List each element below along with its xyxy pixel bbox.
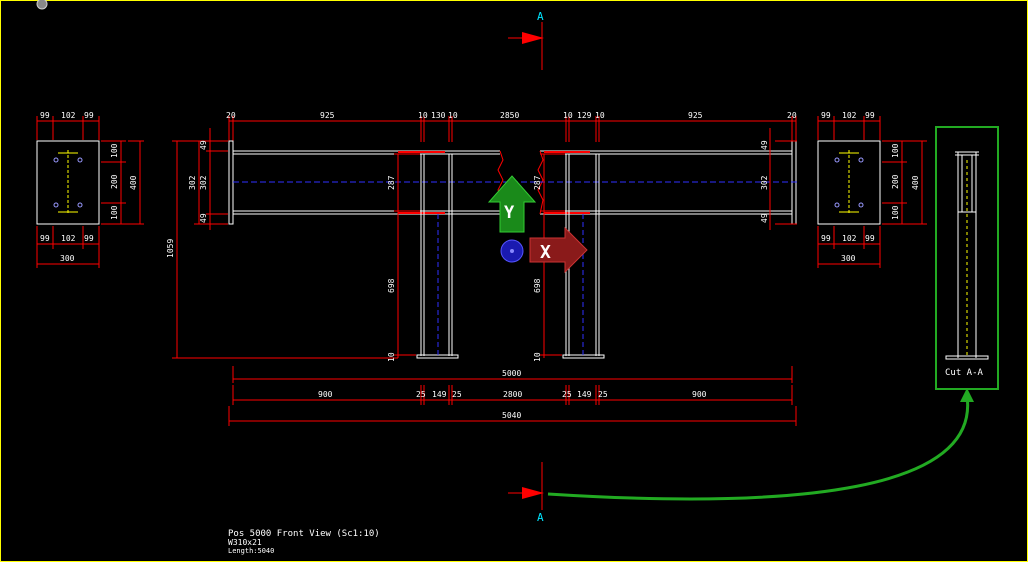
end-plate-left[interactable]	[228, 140, 234, 225]
dim-beam-right-1: 49	[760, 140, 769, 150]
dim-overall-height: 1059	[166, 239, 175, 258]
dim-left-plate-side-3: 100	[110, 205, 119, 220]
caption-length: Length:5040	[228, 547, 274, 555]
dim-left-plate-bottom-1: 99	[40, 234, 50, 243]
dim-bottom-5: 2800	[503, 390, 522, 399]
dim-inner-depth-right: 287	[533, 175, 542, 190]
grip-handle[interactable]	[36, 0, 48, 10]
section-view[interactable]: Cut A-A	[935, 126, 999, 390]
dim-leg-base-right: 10	[533, 352, 542, 362]
dim-beam-left-2: 302	[199, 175, 208, 190]
dim-bottom-3: 149	[432, 390, 447, 399]
dim-bottom-8: 25	[598, 390, 608, 399]
right-plate-detail[interactable]: 99 102 99 99 102 99 300 100 200 100 400	[817, 111, 927, 268]
dim-right-plate-bottom-3: 99	[865, 234, 875, 243]
dim-top-1: 20	[226, 111, 236, 120]
dim-right-plate-side-2: 200	[891, 174, 900, 189]
dim-bottom-4: 25	[452, 390, 462, 399]
dim-right-plate-width: 300	[841, 254, 856, 263]
section-link-arrow	[547, 395, 970, 501]
dim-left-plate-side-2: 200	[110, 174, 119, 189]
dim-total-5040: 5040	[502, 411, 521, 420]
dim-beam-right-2: 302	[760, 175, 769, 190]
dim-leg-base-left: 10	[387, 352, 396, 362]
dim-bottom-1: 900	[318, 390, 333, 399]
dim-top-10: 925	[688, 111, 703, 120]
section-label-bottom: A	[537, 511, 544, 524]
dim-top-6: 2850	[500, 111, 519, 120]
section-marker-bottom[interactable]: A	[508, 462, 544, 524]
dim-left-plate-top-1: 99	[40, 111, 50, 120]
front-view[interactable]: 20 925 10 130 10 2850 10 129 10 925 20 4…	[166, 111, 800, 426]
dim-top-4: 130	[431, 111, 446, 120]
dim-beam-left-1: 49	[199, 140, 208, 150]
dim-top-8: 129	[577, 111, 592, 120]
dim-left-plate-side-1: 100	[110, 143, 119, 158]
drawing-canvas: A A 99 102 99 99 102 99 300 100 200 100 …	[36, 0, 999, 555]
dim-left-plate-bottom-3: 99	[84, 234, 94, 243]
section-link-arrowhead	[960, 388, 974, 402]
dim-left-plate-bottom-2: 102	[61, 234, 76, 243]
view-caption: Pos 5000 Front View (Sc1:10) W310x21 Len…	[228, 529, 380, 555]
section-marker-top[interactable]: A	[508, 10, 544, 70]
dim-top-11: 20	[787, 111, 797, 120]
dim-leg-length-left: 698	[387, 278, 396, 293]
dim-total-5000: 5000	[502, 369, 521, 378]
ucs-x-label: X	[540, 242, 551, 263]
dim-bottom-2: 25	[416, 390, 426, 399]
dim-left-plate-top-3: 99	[84, 111, 94, 120]
dim-inner-depth-left: 287	[387, 175, 396, 190]
dim-bottom-9: 900	[692, 390, 707, 399]
dim-right-plate-top-2: 102	[842, 111, 857, 120]
dim-right-plate-bottom-1: 99	[821, 234, 831, 243]
section-view-label: Cut A-A	[945, 368, 984, 378]
dim-right-plate-height: 400	[911, 175, 920, 190]
dim-top-9: 10	[595, 111, 605, 120]
dim-left-plate-height: 400	[129, 175, 138, 190]
dim-left-plate-top-2: 102	[61, 111, 76, 120]
dim-right-plate-side-1: 100	[891, 143, 900, 158]
dim-leg-length-right: 698	[533, 278, 542, 293]
dim-beam-left-3: 49	[199, 213, 208, 223]
left-plate-detail[interactable]: 99 102 99 99 102 99 300 100 200 100 400	[36, 111, 144, 268]
section-label-top: A	[537, 10, 544, 23]
dim-left-plate-width: 300	[60, 254, 75, 263]
ucs-y-label: Y	[504, 203, 515, 223]
dim-top-2: 925	[320, 111, 335, 120]
dim-top-7: 10	[563, 111, 573, 120]
dim-beam-right-3: 49	[760, 213, 769, 223]
dim-bottom-7: 149	[577, 390, 592, 399]
dim-right-plate-top-1: 99	[821, 111, 831, 120]
dim-beam-left-overall: 302	[188, 175, 197, 190]
dim-right-plate-top-3: 99	[865, 111, 875, 120]
dim-top-5: 10	[448, 111, 458, 120]
dim-right-plate-side-3: 100	[891, 205, 900, 220]
dim-top-3: 10	[418, 111, 428, 120]
caption-profile: W310x21	[228, 538, 262, 547]
dim-bottom-6: 25	[562, 390, 572, 399]
dim-right-plate-bottom-2: 102	[842, 234, 857, 243]
